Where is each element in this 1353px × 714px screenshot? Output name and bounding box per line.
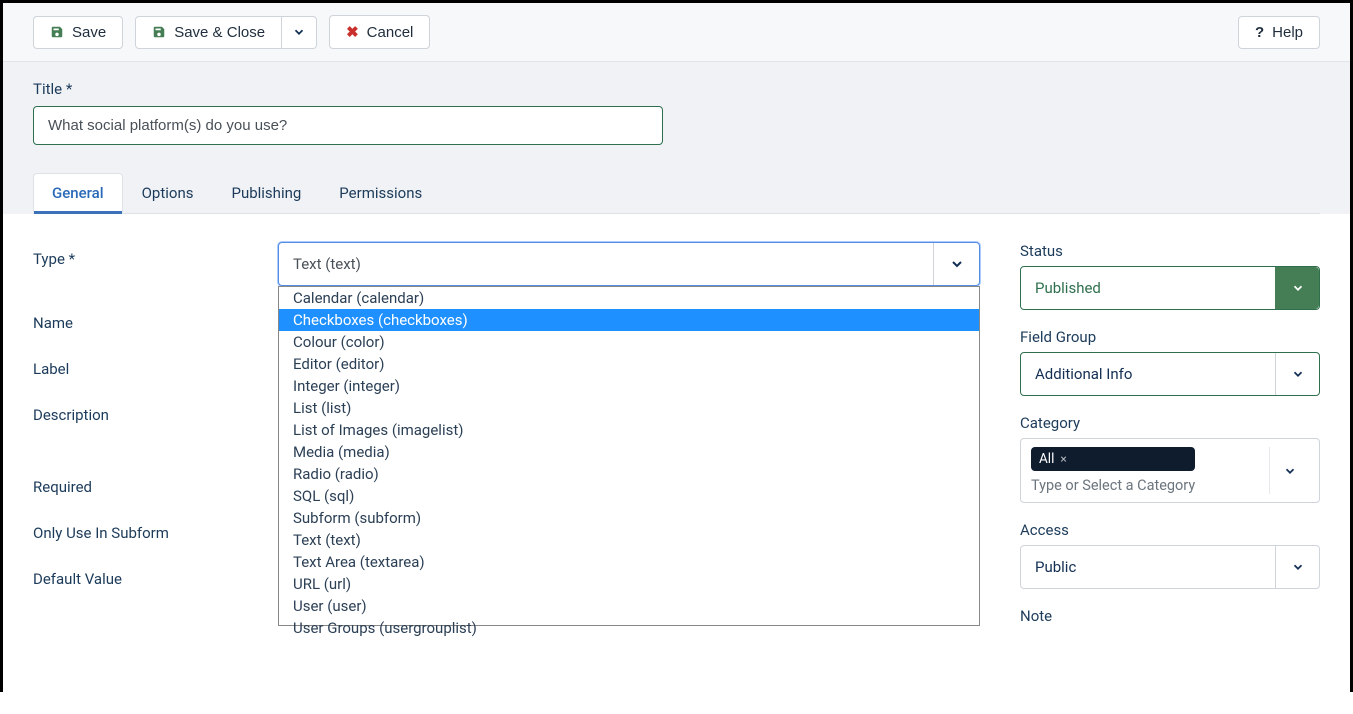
row-type: Type * Text (text) Calendar (calendar)Ch… xyxy=(33,242,980,286)
label-label: Label xyxy=(33,352,278,378)
type-option[interactable]: List of Images (imagelist) xyxy=(279,419,979,441)
header: Title * General Options Publishing Permi… xyxy=(3,62,1350,214)
help-button[interactable]: ? Help xyxy=(1238,16,1320,49)
type-option[interactable]: Calendar (calendar) xyxy=(279,287,979,309)
tab-publishing[interactable]: Publishing xyxy=(212,173,320,213)
tab-options[interactable]: Options xyxy=(123,173,213,213)
type-option[interactable]: SQL (sql) xyxy=(279,485,979,507)
status-label: Status xyxy=(1020,242,1320,260)
type-option[interactable]: Media (media) xyxy=(279,441,979,463)
access-label: Access xyxy=(1020,521,1320,539)
type-option[interactable]: User (user) xyxy=(279,595,979,617)
form-left: Type * Text (text) Calendar (calendar)Ch… xyxy=(33,242,980,686)
status-select[interactable]: Published xyxy=(1020,266,1320,310)
save-icon xyxy=(152,25,166,39)
cancel-button[interactable]: ✖ Cancel xyxy=(329,15,430,49)
type-option[interactable]: Colour (color) xyxy=(279,331,979,353)
type-option[interactable]: User Groups (usergrouplist) xyxy=(279,617,979,639)
save-dropdown-button[interactable] xyxy=(282,16,317,49)
save-icon xyxy=(50,25,64,39)
fieldgroup-section: Field Group Additional Info xyxy=(1020,328,1320,396)
type-option[interactable]: Integer (integer) xyxy=(279,375,979,397)
help-label: Help xyxy=(1272,24,1303,41)
content: Type * Text (text) Calendar (calendar)Ch… xyxy=(3,214,1350,714)
default-label: Default Value xyxy=(33,562,278,588)
name-label: Name xyxy=(33,306,278,332)
chevron-down-icon xyxy=(1275,267,1319,309)
tab-general[interactable]: General xyxy=(33,173,123,213)
type-select[interactable]: Text (text) xyxy=(278,242,980,286)
save-button[interactable]: Save xyxy=(33,16,123,49)
form-right: Status Published Field Group Additional … xyxy=(1020,242,1320,686)
close-icon[interactable]: × xyxy=(1060,452,1066,466)
type-option[interactable]: Text (text) xyxy=(279,529,979,551)
save-close-group: Save & Close xyxy=(135,16,317,49)
save-label: Save xyxy=(72,24,106,41)
fieldgroup-select[interactable]: Additional Info xyxy=(1020,352,1320,396)
chevron-down-icon xyxy=(1275,353,1319,395)
category-placeholder: Type or Select a Category xyxy=(1031,477,1195,494)
type-option[interactable]: URL (url) xyxy=(279,573,979,595)
access-select[interactable]: Public xyxy=(1020,545,1320,589)
toolbar: Save Save & Close ✖ Cancel ? Help xyxy=(3,3,1350,62)
note-section: Note xyxy=(1020,607,1320,625)
type-option[interactable]: Editor (editor) xyxy=(279,353,979,375)
status-value: Published xyxy=(1021,279,1275,297)
access-section: Access Public xyxy=(1020,521,1320,589)
type-option[interactable]: List (list) xyxy=(279,397,979,419)
description-label: Description xyxy=(33,398,278,424)
type-option[interactable]: Text Area (textarea) xyxy=(279,551,979,573)
type-option[interactable]: Radio (radio) xyxy=(279,463,979,485)
title-label: Title * xyxy=(33,80,1320,98)
tabs: General Options Publishing Permissions xyxy=(33,173,1320,214)
fieldgroup-label: Field Group xyxy=(1020,328,1320,346)
status-section: Status Published xyxy=(1020,242,1320,310)
chevron-down-icon xyxy=(292,25,306,39)
chevron-down-icon xyxy=(933,243,979,285)
access-value: Public xyxy=(1021,558,1275,576)
category-section: Category All× Type or Select a Category xyxy=(1020,414,1320,503)
save-close-button[interactable]: Save & Close xyxy=(135,16,282,49)
type-dropdown[interactable]: Calendar (calendar)Checkboxes (checkboxe… xyxy=(278,286,980,626)
required-label: Required xyxy=(33,470,278,496)
chevron-down-icon xyxy=(1269,447,1309,494)
category-select[interactable]: All× Type or Select a Category xyxy=(1020,438,1320,503)
title-input[interactable] xyxy=(33,106,663,145)
tab-permissions[interactable]: Permissions xyxy=(320,173,441,213)
category-tag[interactable]: All× xyxy=(1031,447,1195,471)
type-label: Type * xyxy=(33,242,278,268)
fieldgroup-value: Additional Info xyxy=(1021,365,1275,383)
subform-label: Only Use In Subform xyxy=(33,516,278,542)
note-label: Note xyxy=(1020,607,1320,625)
save-close-label: Save & Close xyxy=(174,24,265,41)
help-icon: ? xyxy=(1255,24,1264,41)
cancel-label: Cancel xyxy=(367,24,414,41)
category-label: Category xyxy=(1020,414,1320,432)
cancel-icon: ✖ xyxy=(346,23,359,41)
type-selected: Text (text) xyxy=(279,255,375,273)
chevron-down-icon xyxy=(1275,546,1319,588)
type-option[interactable]: Subform (subform) xyxy=(279,507,979,529)
type-option[interactable]: Checkboxes (checkboxes) xyxy=(279,309,979,331)
